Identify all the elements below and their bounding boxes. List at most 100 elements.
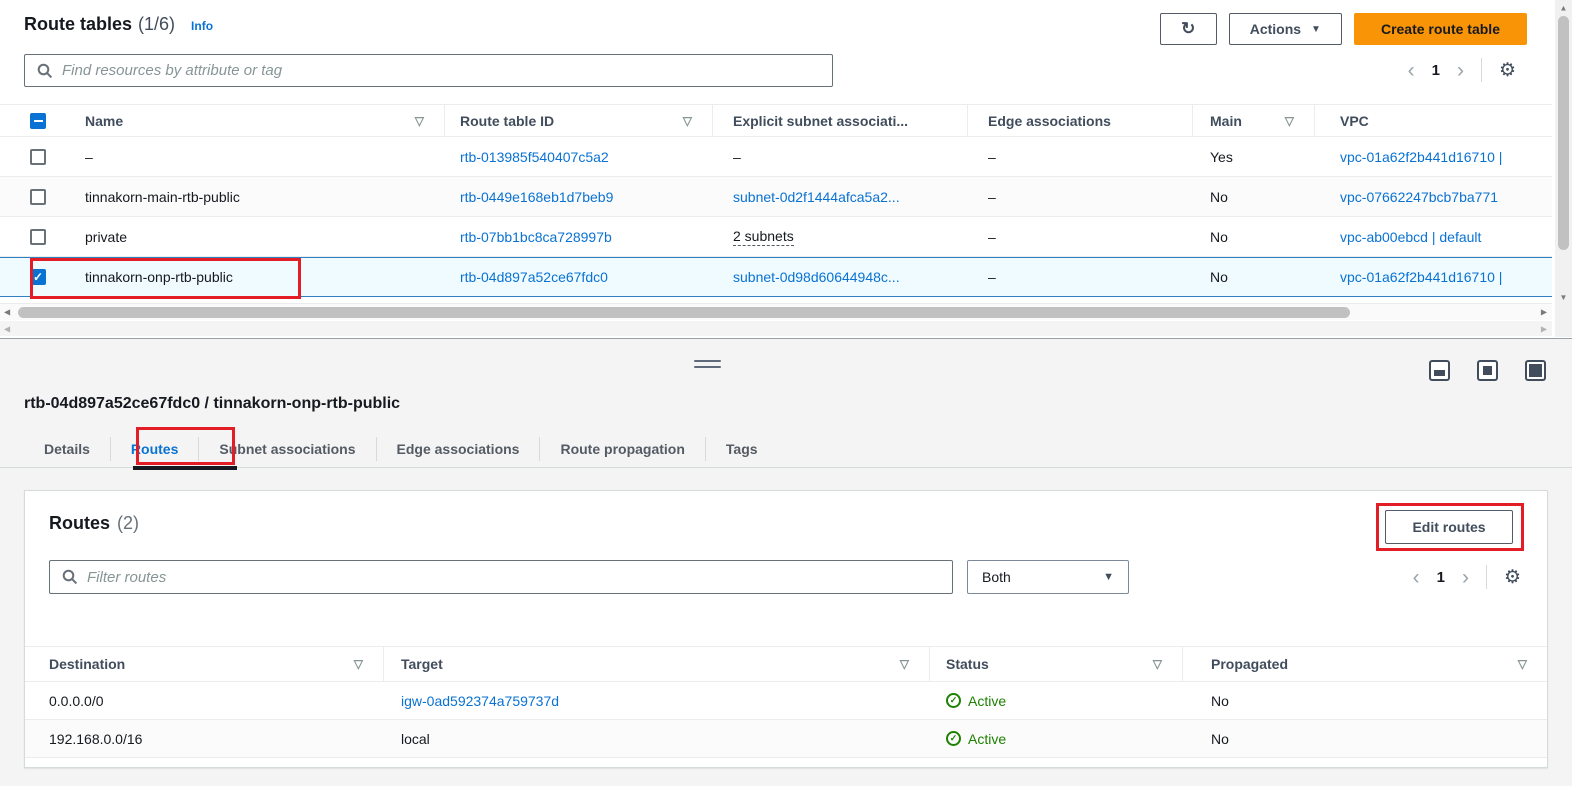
sort-icon[interactable]: ▽: [1153, 657, 1162, 671]
panel-position-split-icon[interactable]: [1477, 360, 1498, 381]
cell-route-table-id-text[interactable]: rtb-013985f540407c5a2: [460, 149, 609, 165]
search-box[interactable]: [24, 54, 833, 87]
column-header-edge-associations[interactable]: Edge associations: [968, 105, 1193, 136]
panel-resize-handle[interactable]: [694, 360, 721, 372]
filter-routes-input[interactable]: [87, 568, 940, 586]
next-page-button[interactable]: ›: [1462, 567, 1469, 588]
cell-vpc-text[interactable]: vpc-07662247bcb7ba771: [1340, 189, 1498, 205]
cell-edge-associations-text: –: [988, 228, 996, 245]
column-label: Target: [401, 656, 443, 672]
column-header-target[interactable]: Target ▽: [384, 647, 930, 681]
sort-icon[interactable]: ▽: [683, 114, 692, 128]
row-checkbox[interactable]: [30, 228, 46, 245]
tab-label: Routes: [130, 441, 179, 457]
tab-route-propagation[interactable]: Route propagation: [540, 431, 704, 467]
scroll-down-icon[interactable]: ▼: [1560, 293, 1568, 302]
row-checkbox[interactable]: [30, 188, 46, 205]
cell-vpc: vpc-ab00ebcd | default: [1315, 217, 1552, 256]
column-header-route-table-id[interactable]: Route table ID ▽: [445, 105, 713, 136]
vertical-scrollbar[interactable]: ▲ ▼: [1555, 0, 1572, 303]
cell-target-text: local: [401, 730, 430, 747]
scroll-right-icon[interactable]: ▶: [1541, 308, 1547, 317]
edit-routes-button[interactable]: Edit routes: [1385, 510, 1513, 544]
cell-edge-associations: –: [968, 258, 1193, 296]
panel-position-full-icon[interactable]: [1525, 360, 1546, 381]
cell-route-table-id: rtb-013985f540407c5a2: [445, 137, 713, 176]
prev-page-button[interactable]: ‹: [1413, 567, 1420, 588]
cell-route-table-id-text[interactable]: rtb-04d897a52ce67fdc0: [460, 269, 608, 285]
tab-tags[interactable]: Tags: [706, 431, 778, 467]
sort-icon[interactable]: ▽: [354, 657, 363, 671]
page-title: Route tables: [24, 14, 133, 34]
cell-explicit-subnet-associations-text[interactable]: 2 subnets: [733, 228, 794, 246]
cell-vpc-text[interactable]: vpc-01a62f2b441d16710 |: [1340, 269, 1502, 285]
cell-propagated-text: No: [1211, 692, 1229, 709]
prev-page-button[interactable]: ‹: [1408, 60, 1415, 81]
cell-target-text[interactable]: igw-0ad592374a759737d: [401, 693, 559, 709]
cell-name: private: [61, 217, 445, 256]
scroll-left-icon[interactable]: ◀: [4, 324, 10, 333]
current-page[interactable]: 1: [1437, 569, 1445, 586]
column-header-name[interactable]: Name ▽: [61, 105, 445, 136]
sort-icon[interactable]: ▽: [1518, 657, 1527, 671]
tab-routes[interactable]: Routes: [111, 431, 198, 467]
preferences-gear-icon[interactable]: ⚙: [1499, 61, 1516, 80]
current-page[interactable]: 1: [1432, 62, 1440, 79]
table-row[interactable]: private rtb-07bb1bc8ca728997b 2 subnets – No…: [0, 217, 1552, 257]
column-header-propagated[interactable]: Propagated ▽: [1183, 647, 1547, 681]
cell-destination: 192.168.0.0/16: [25, 720, 384, 757]
cell-vpc-text[interactable]: vpc-ab00ebcd | default: [1340, 229, 1481, 245]
tab-label: Edge associations: [396, 441, 520, 457]
tab-edge-associations[interactable]: Edge associations: [377, 431, 540, 467]
scrollbar-thumb[interactable]: [1558, 16, 1569, 250]
column-header-main[interactable]: Main ▽: [1193, 105, 1315, 136]
cell-explicit-subnet-associations-text: –: [733, 148, 741, 165]
column-label: Propagated: [1211, 656, 1289, 672]
cell-main-text: Yes: [1210, 148, 1233, 165]
route-row[interactable]: 192.168.0.0/16 local ✓ Active No: [25, 720, 1547, 758]
actions-button[interactable]: Actions ▼: [1228, 13, 1342, 45]
horizontal-scrollbar[interactable]: ◀ ▶: [0, 303, 1552, 320]
panel-position-bottom-icon[interactable]: [1429, 360, 1450, 381]
cell-name: –: [61, 137, 445, 176]
tab-subnet-associations[interactable]: Subnet associations: [199, 431, 375, 467]
select-all-checkbox[interactable]: [30, 112, 46, 129]
tab-details[interactable]: Details: [24, 431, 110, 467]
scroll-up-icon[interactable]: ▲: [1560, 4, 1568, 13]
cell-route-table-id-text[interactable]: rtb-07bb1bc8ca728997b: [460, 229, 612, 245]
preferences-gear-icon[interactable]: ⚙: [1504, 568, 1521, 587]
table-row[interactable]: ✓ tinnakorn-onp-rtb-public rtb-04d897a52ce…: [0, 257, 1552, 297]
cell-explicit-subnet-associations-text[interactable]: subnet-0d2f1444afca5a2...: [733, 189, 900, 205]
row-checkbox[interactable]: ✓: [30, 269, 46, 285]
cell-edge-associations-text: –: [988, 148, 996, 165]
sort-icon[interactable]: ▽: [415, 114, 424, 128]
create-route-table-button[interactable]: Create route table: [1353, 13, 1527, 45]
cell-explicit-subnet-associations-text[interactable]: subnet-0d98d60644948c...: [733, 269, 900, 285]
column-header-destination[interactable]: Destination ▽: [25, 647, 384, 681]
route-row[interactable]: 0.0.0.0/0 igw-0ad592374a759737d ✓ Active No: [25, 682, 1547, 720]
cell-propagated: No: [1183, 682, 1547, 719]
column-header-explicit-subnet-associati[interactable]: Explicit subnet associati...: [713, 105, 968, 136]
next-page-button[interactable]: ›: [1457, 60, 1464, 81]
sort-icon[interactable]: ▽: [900, 657, 909, 671]
tab-label: Tags: [725, 441, 758, 457]
tab-label: Details: [44, 441, 90, 457]
scrollbar-thumb[interactable]: [18, 307, 1350, 318]
cell-name: tinnakorn-onp-rtb-public: [61, 258, 445, 296]
sort-icon[interactable]: ▽: [1285, 114, 1294, 128]
filter-routes-box[interactable]: [49, 560, 953, 594]
search-input[interactable]: [62, 62, 820, 79]
cell-route-table-id-text[interactable]: rtb-0449e168eb1d7beb9: [460, 189, 613, 205]
scroll-right-icon[interactable]: ▶: [1541, 324, 1547, 333]
table-row[interactable]: – rtb-013985f540407c5a2 – – Yes vpc-01a62f2b4…: [0, 137, 1552, 177]
column-header-status[interactable]: Status ▽: [930, 647, 1183, 681]
row-checkbox[interactable]: [30, 148, 46, 165]
table-row[interactable]: tinnakorn-main-rtb-public rtb-0449e168eb1…: [0, 177, 1552, 217]
cell-vpc-text[interactable]: vpc-01a62f2b441d16710 |: [1340, 149, 1502, 165]
scroll-left-icon[interactable]: ◀: [4, 308, 10, 317]
route-type-select[interactable]: Both ▼: [967, 560, 1129, 594]
info-link[interactable]: Info: [191, 19, 213, 33]
column-header-vpc[interactable]: VPC: [1315, 105, 1552, 136]
refresh-button[interactable]: ↻: [1159, 13, 1217, 45]
horizontal-scrollbar-outer[interactable]: ◀ ▶: [0, 321, 1552, 336]
